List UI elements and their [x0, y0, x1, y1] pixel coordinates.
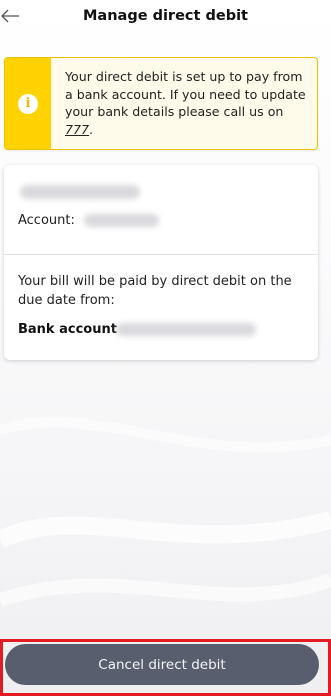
bank-account-label: Bank account: [18, 322, 117, 337]
payment-info-text: Your bill will be paid by direct debit o…: [18, 274, 292, 308]
account-label: Account:: [18, 213, 75, 228]
notice-text-body: Your direct debit is set up to pay from …: [65, 69, 306, 119]
info-icon: i: [18, 93, 38, 114]
info-notice: i Your direct debit is set up to pay fro…: [4, 57, 318, 150]
account-holder-name-redacted: [20, 185, 140, 199]
notice-text-end: .: [89, 121, 94, 137]
notice-icon-strip: i: [5, 58, 51, 149]
phone-link[interactable]: 777: [65, 122, 89, 137]
notice-text: Your direct debit is set up to pay from …: [65, 68, 307, 138]
header: Manage direct debit: [0, 0, 331, 36]
bank-account-redacted: [116, 323, 256, 336]
page-title: Manage direct debit: [83, 8, 248, 24]
card-divider: [4, 254, 318, 255]
account-number-redacted: [84, 214, 159, 227]
account-card: Account: Your bill will be paid by direc…: [4, 165, 318, 360]
cancel-direct-debit-button[interactable]: Cancel direct debit: [5, 644, 319, 685]
